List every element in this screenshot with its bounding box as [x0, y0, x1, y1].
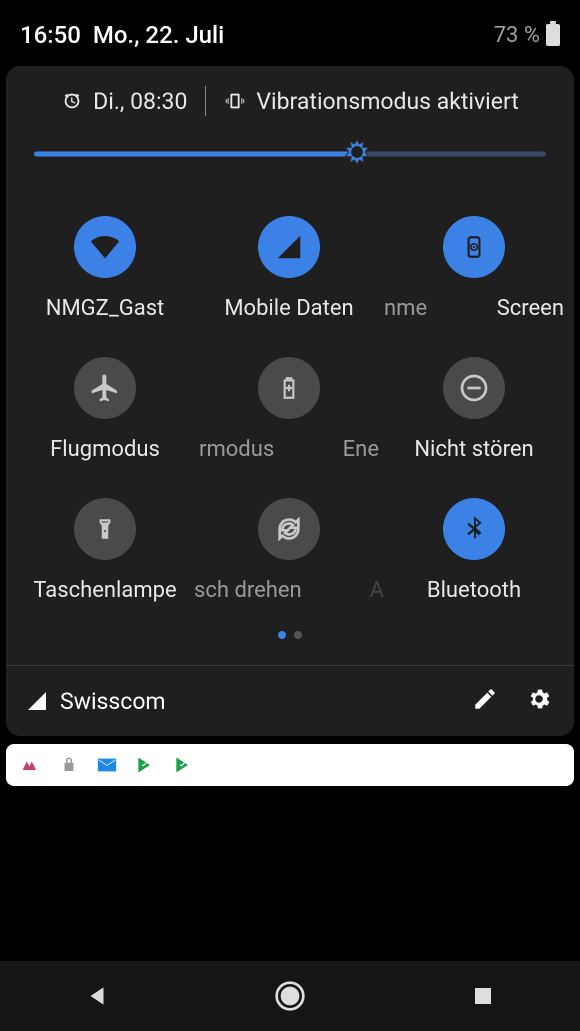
ringer-segment[interactable]: Vibrationsmodus aktiviert [224, 88, 518, 115]
alarm-text: Di., 08:30 [93, 88, 187, 115]
settings-button[interactable] [526, 686, 552, 716]
nav-back-button[interactable] [67, 966, 127, 1026]
tile-mobile-label: Mobile Daten [224, 296, 353, 321]
carrier-name: Swisscom [60, 688, 166, 715]
gear-icon [526, 686, 552, 712]
dnd-icon [443, 357, 505, 419]
battery-percent: 73 % [494, 23, 540, 48]
tile-r3-frag-left: sch drehen [194, 578, 302, 603]
status-time: 16:50 [20, 21, 81, 49]
nav-recents-button[interactable] [453, 966, 513, 1026]
notification-strip[interactable] [6, 744, 574, 786]
tile-r2-frag-left: rmodus [199, 437, 274, 462]
panel-footer: Swisscom [6, 665, 574, 736]
strip-icon-1 [20, 754, 42, 776]
rotate-icon [258, 498, 320, 560]
back-icon [84, 983, 110, 1009]
status-right: 73 % [494, 23, 560, 48]
tile-r1-frag: nme [384, 296, 427, 321]
status-date: Mo., 22. Juli [93, 21, 224, 49]
tile-wifi-label: NMGZ_Gast [46, 296, 165, 321]
tile-screen-label: Screen [497, 296, 564, 321]
page-indicator[interactable] [6, 613, 574, 665]
tile-airplane[interactable]: Flugmodus [16, 357, 194, 462]
tile-rotate[interactable]: sch drehen A [194, 498, 384, 603]
status-bar: 16:50 Mo., 22. Juli 73 % [0, 0, 580, 60]
play-check-icon-1 [134, 754, 156, 776]
tile-screen-partial[interactable]: nme Screen [384, 216, 564, 321]
pencil-icon [472, 686, 498, 712]
alarm-icon [61, 90, 83, 112]
brightness-slider[interactable] [34, 142, 546, 166]
background-mid [0, 830, 580, 960]
ringer-text: Vibrationsmodus aktiviert [256, 88, 518, 115]
navigation-bar [0, 961, 580, 1031]
tile-r2-frag-right: Ene [343, 437, 379, 462]
play-check-icon-2 [172, 754, 194, 776]
tile-bluetooth-label: Bluetooth [427, 578, 521, 603]
tile-torch-label: Taschenlampe [33, 578, 176, 603]
header-divider [205, 86, 206, 116]
mail-icon [96, 754, 118, 776]
battery-plus-icon [258, 357, 320, 419]
tile-airplane-label: Flugmodus [50, 437, 160, 462]
recents-icon [471, 984, 495, 1008]
lock-icon [58, 754, 80, 776]
brightness-thumb[interactable] [343, 138, 371, 170]
vibrate-icon [224, 90, 246, 112]
tile-dnd[interactable]: Nicht stören [384, 357, 564, 462]
brightness-sun-icon [343, 138, 371, 166]
tile-battery-mode[interactable]: rmodus Ene [194, 357, 384, 462]
home-icon [274, 980, 306, 1012]
tile-r3-frag-right: A [370, 578, 384, 603]
device-icon [443, 216, 505, 278]
bluetooth-icon [443, 498, 505, 560]
tile-torch[interactable]: Taschenlampe [16, 498, 194, 603]
quick-settings-panel: Di., 08:30 Vibrationsmodus aktiviert NMG… [6, 66, 574, 736]
tile-mobile-data[interactable]: Mobile Daten [194, 216, 384, 321]
brightness-track-fill [34, 152, 357, 157]
battery-icon [546, 24, 560, 46]
wifi-icon [74, 216, 136, 278]
airplane-icon [74, 357, 136, 419]
signal-icon [28, 692, 46, 710]
page-dot-1 [278, 631, 286, 639]
status-time-date: 16:50 Mo., 22. Juli [20, 21, 224, 49]
carrier-info[interactable]: Swisscom [28, 688, 166, 715]
page-dot-2 [294, 631, 302, 639]
panel-header: Di., 08:30 Vibrationsmodus aktiviert [6, 86, 574, 134]
flashlight-icon [74, 498, 136, 560]
mobile-data-icon [258, 216, 320, 278]
alarm-segment[interactable]: Di., 08:30 [61, 88, 187, 115]
tile-bluetooth[interactable]: Bluetooth [384, 498, 564, 603]
tile-wifi[interactable]: NMGZ_Gast [16, 216, 194, 321]
nav-home-button[interactable] [260, 966, 320, 1026]
tiles-grid: NMGZ_Gast Mobile Daten nme Screen Flugmo… [6, 192, 574, 613]
tile-dnd-label: Nicht stören [414, 437, 533, 462]
edit-button[interactable] [472, 686, 498, 716]
